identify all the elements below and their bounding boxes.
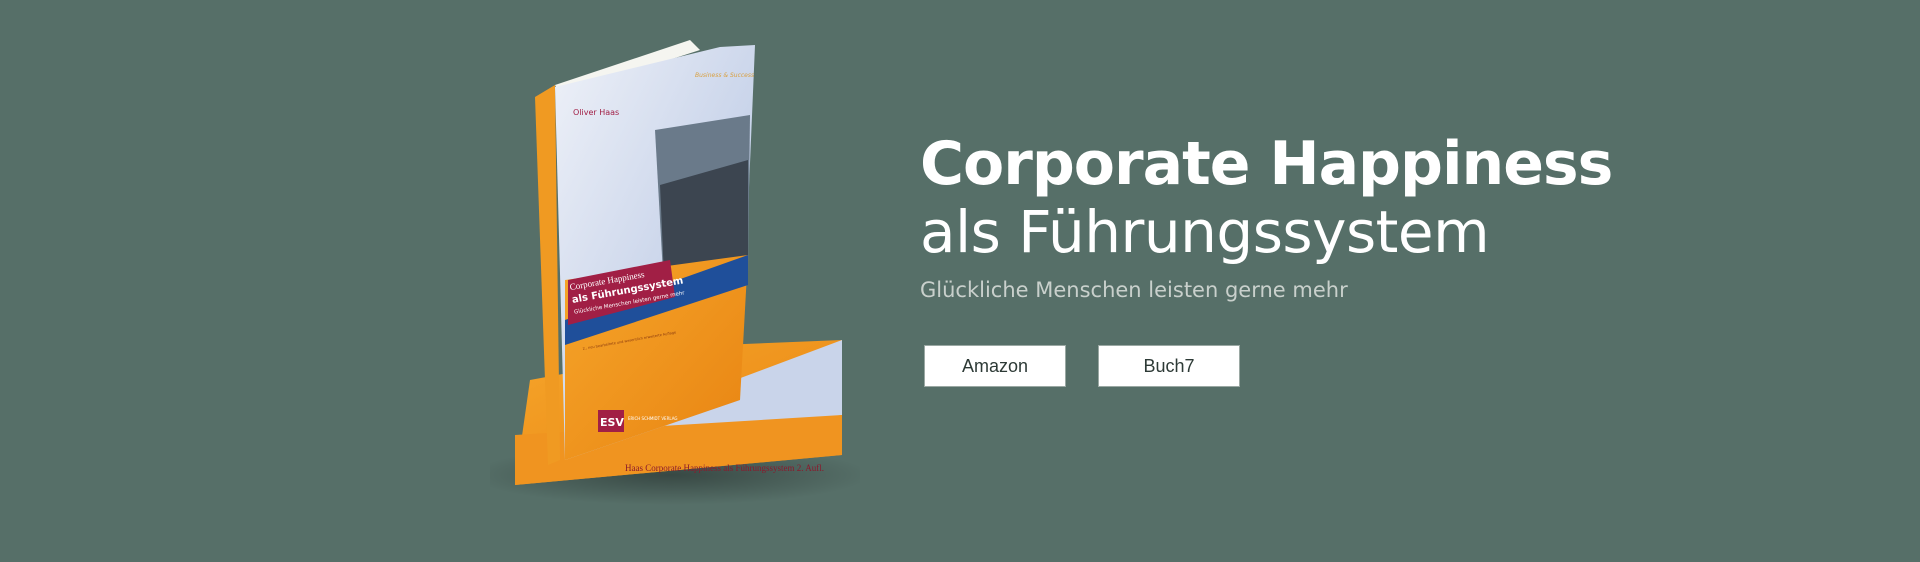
hero-subtitle: Glückliche Menschen leisten gerne mehr: [920, 278, 1348, 302]
cover-series: Business & Success: [695, 72, 754, 79]
hero-title-line2: als Führungssystem: [920, 198, 1490, 266]
lying-spine-text: Haas Corporate Happiness als Führungssys…: [625, 463, 824, 473]
cover-publisher: ESV: [600, 416, 624, 429]
cover-author: Oliver Haas: [573, 108, 619, 117]
buch7-button[interactable]: Buch7: [1098, 345, 1240, 387]
amazon-button[interactable]: Amazon: [924, 345, 1066, 387]
cover-publisher-full: ERICH SCHMIDT VERLAG: [628, 416, 677, 421]
book-cover-image: Haas Corporate Happiness als Führungssys…: [490, 40, 860, 505]
shop-buttons: Amazon Buch7: [924, 345, 1240, 387]
hero-title-line1: Corporate Happiness: [920, 129, 1613, 199]
hero-text: Corporate Happiness als Führungssystem G…: [920, 128, 1613, 302]
